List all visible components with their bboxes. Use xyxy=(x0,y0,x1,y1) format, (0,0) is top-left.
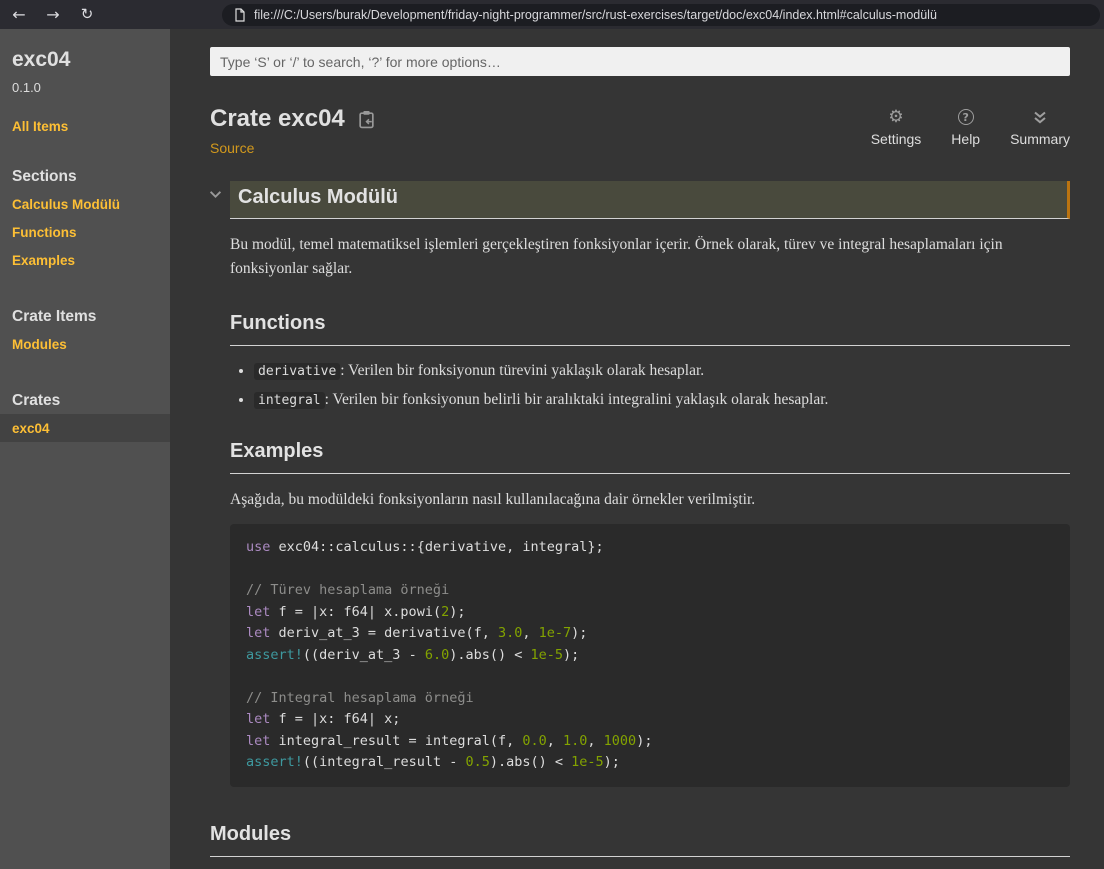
back-icon[interactable]: ← xyxy=(4,0,34,29)
sidebar-item-functions[interactable]: Functions xyxy=(0,218,170,246)
crate-title: exc04 xyxy=(12,48,170,72)
browser-toolbar: ← → ↻ file:///C:/Users/burak/Development… xyxy=(0,0,1104,29)
sidebar-groups: Sections Calculus ModülüFunctionsExamples… xyxy=(0,168,170,442)
help-icon: ? xyxy=(958,108,974,126)
examples-heading: Examples xyxy=(230,440,1070,474)
url-text: file:///C:/Users/burak/Development/frida… xyxy=(254,8,937,22)
sidebar-item-calculus-mod-l[interactable]: Calculus Modülü xyxy=(0,190,170,218)
code-line xyxy=(246,666,1054,688)
help-label: Help xyxy=(951,131,980,147)
sidebar-item-modules[interactable]: Modules xyxy=(0,330,170,358)
code-line: let integral_result = integral(f, 0.0, 1… xyxy=(246,731,1054,753)
crate-version: 0.1.0 xyxy=(12,80,170,95)
source-link[interactable]: Source xyxy=(210,140,254,156)
sidebar: exc04 0.1.0 All Items Sections Calculus M… xyxy=(0,29,170,869)
sidebar-heading-crates: Crates xyxy=(12,392,170,410)
gear-icon: ⚙ xyxy=(888,108,903,126)
sidebar-item-examples[interactable]: Examples xyxy=(0,246,170,274)
sidebar-item-all-items[interactable]: All Items xyxy=(12,119,170,134)
code-line: assert!((integral_result - 0.5).abs() < … xyxy=(246,752,1054,774)
code-line: let f = |x: f64| x; xyxy=(246,709,1054,731)
code-line: // Integral hesaplama örneği xyxy=(246,688,1054,710)
search-input[interactable] xyxy=(210,47,1070,76)
page-file-icon xyxy=(234,8,246,22)
copy-path-icon[interactable] xyxy=(358,110,375,129)
functions-list: derivative: Verilen bir fonksiyonun türe… xyxy=(230,362,1070,409)
summary-label: Summary xyxy=(1010,131,1070,147)
sidebar-item-exc04[interactable]: exc04 xyxy=(0,414,170,442)
section-calculus-modulu: Calculus Modülü xyxy=(230,181,1070,219)
code-line: use exc04::calculus::{derivative, integr… xyxy=(246,537,1054,559)
settings-button[interactable]: ⚙ Settings xyxy=(871,108,922,147)
examples-paragraph: Aşağıda, bu modüldeki fonksiyonların nas… xyxy=(230,488,1070,512)
code-line: assert!((deriv_at_3 - 6.0).abs() < 1e-5)… xyxy=(246,645,1054,667)
settings-label: Settings xyxy=(871,131,922,147)
example-code-block: use exc04::calculus::{derivative, integr… xyxy=(230,524,1070,787)
code-line: let f = |x: f64| x.powi(2); xyxy=(246,602,1054,624)
summary-chevrons-icon xyxy=(1032,108,1048,126)
help-button[interactable]: ? Help xyxy=(951,108,980,147)
code-line: let deriv_at_3 = derivative(f, 3.0, 1e-7… xyxy=(246,623,1054,645)
section-title: Calculus Modülü xyxy=(238,186,1059,209)
main-panel: Crate exc04 Source ⚙ Settings xyxy=(170,29,1104,869)
inline-code: integral xyxy=(254,392,325,409)
function-list-item: integral: Verilen bir fonksiyonun belirl… xyxy=(254,391,1070,409)
modules-heading: Modules xyxy=(210,823,1070,857)
collapse-toggle-icon[interactable] xyxy=(209,190,222,199)
functions-heading: Functions xyxy=(230,312,1070,346)
reload-icon[interactable]: ↻ xyxy=(72,0,102,29)
code-line xyxy=(246,559,1054,581)
page-title: Crate exc04 xyxy=(210,105,345,133)
code-line: // Türev hesaplama örneği xyxy=(246,580,1054,602)
forward-icon[interactable]: → xyxy=(38,0,68,29)
inline-code: derivative xyxy=(254,363,340,380)
sidebar-heading-sections: Sections xyxy=(12,168,170,186)
intro-paragraph: Bu modül, temel matematiksel işlemleri g… xyxy=(230,233,1070,281)
function-list-item: derivative: Verilen bir fonksiyonun türe… xyxy=(254,362,1070,380)
url-bar[interactable]: file:///C:/Users/burak/Development/frida… xyxy=(222,4,1100,26)
sidebar-heading-crate-items: Crate Items xyxy=(12,308,170,326)
summary-button[interactable]: Summary xyxy=(1010,108,1070,147)
